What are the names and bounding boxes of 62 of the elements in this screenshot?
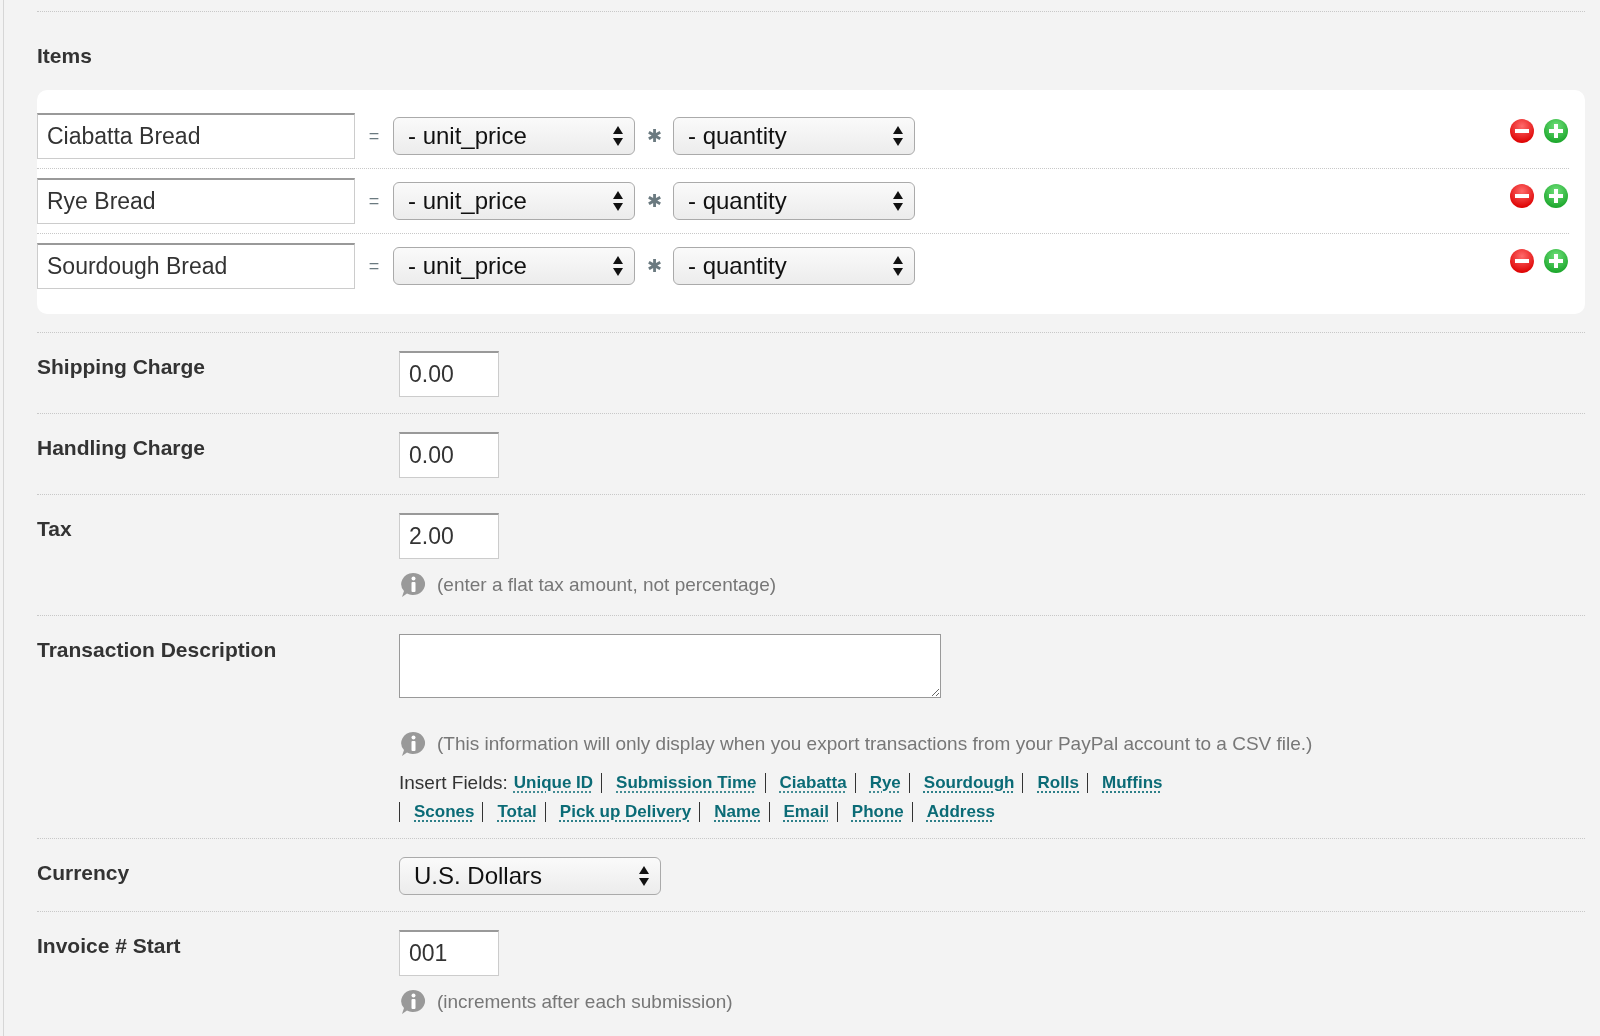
add-icon[interactable] <box>1543 248 1569 274</box>
dropdown-arrows-icon <box>892 125 904 147</box>
dropdown-arrows-icon <box>612 255 624 277</box>
field-label: Handling Charge <box>37 435 206 461</box>
dropdown-arrows-icon <box>612 125 624 147</box>
equals-sign: = <box>367 190 381 212</box>
insert-field-link[interactable]: Name <box>699 802 761 822</box>
insert-field-link[interactable]: Pick up Delivery <box>544 802 692 822</box>
quantity-select[interactable]: - quantity <box>673 182 915 220</box>
item-name-field[interactable]: Ciabatta Bread <box>37 113 355 159</box>
insert-field-link[interactable]: Muffins <box>1087 773 1163 793</box>
add-icon[interactable] <box>1543 118 1569 144</box>
section-title: Items <box>37 43 93 69</box>
text-field[interactable]: 001 <box>399 930 499 976</box>
insert-field-link[interactable]: Sourdough <box>908 773 1015 793</box>
remove-icon[interactable] <box>1509 183 1535 209</box>
insert-field-link[interactable]: Unique ID <box>513 773 594 793</box>
equals-sign: = <box>367 255 381 277</box>
info-icon <box>399 571 427 599</box>
multiply-sign: ✱ <box>645 255 663 277</box>
field-label: Transaction Description <box>37 637 278 663</box>
remove-icon[interactable] <box>1509 118 1535 144</box>
insert-field-link[interactable]: Email <box>768 802 829 822</box>
field-label: Tax <box>37 516 73 542</box>
insert-field-link[interactable]: Ciabatta <box>764 773 847 793</box>
insert-field-link[interactable]: Rolls <box>1022 773 1080 793</box>
remove-icon[interactable] <box>1509 248 1535 274</box>
field-label: Invoice # Start <box>37 933 182 959</box>
help-text: (enter a flat tax amount, not percentage) <box>437 574 777 596</box>
currency-select[interactable]: U.S. Dollars <box>399 857 661 895</box>
unit-price-select[interactable]: - unit_price <box>393 182 635 220</box>
equals-sign: = <box>367 125 381 147</box>
dropdown-arrows-icon <box>892 190 904 212</box>
insert-field-link[interactable]: Address <box>911 802 995 822</box>
insert-fields-label: Insert Fields: <box>399 772 508 794</box>
dropdown-arrows-icon <box>638 865 650 887</box>
unit-price-select[interactable]: - unit_price <box>393 247 635 285</box>
field-label: Currency <box>37 860 131 886</box>
description-field[interactable] <box>399 634 941 698</box>
info-icon <box>399 730 427 758</box>
unit-price-select[interactable]: - unit_price <box>393 117 635 155</box>
multiply-sign: ✱ <box>645 125 663 147</box>
help-text: (This information will only display when you export transactions from your PayPal account to a CSV file.) <box>437 733 1313 755</box>
help-text: (increments after each submission) <box>437 991 733 1013</box>
item-name-field[interactable]: Rye Bread <box>37 178 355 224</box>
info-icon <box>399 988 427 1016</box>
insert-field-link[interactable]: Rye <box>854 773 901 793</box>
add-icon[interactable] <box>1543 183 1569 209</box>
insert-field-link[interactable]: Scones <box>399 802 475 822</box>
text-field[interactable]: 0.00 <box>399 351 499 397</box>
dropdown-arrows-icon <box>892 255 904 277</box>
multiply-sign: ✱ <box>645 190 663 212</box>
text-field[interactable]: 2.00 <box>399 513 499 559</box>
text-field[interactable]: 0.00 <box>399 432 499 478</box>
quantity-select[interactable]: - quantity <box>673 117 915 155</box>
insert-field-link[interactable]: Submission Time <box>601 773 757 793</box>
field-label: Shipping Charge <box>37 354 206 380</box>
insert-field-link[interactable]: Total <box>482 802 537 822</box>
insert-field-link[interactable]: Phone <box>836 802 904 822</box>
dropdown-arrows-icon <box>612 190 624 212</box>
item-name-field[interactable]: Sourdough Bread <box>37 243 355 289</box>
quantity-select[interactable]: - quantity <box>673 247 915 285</box>
